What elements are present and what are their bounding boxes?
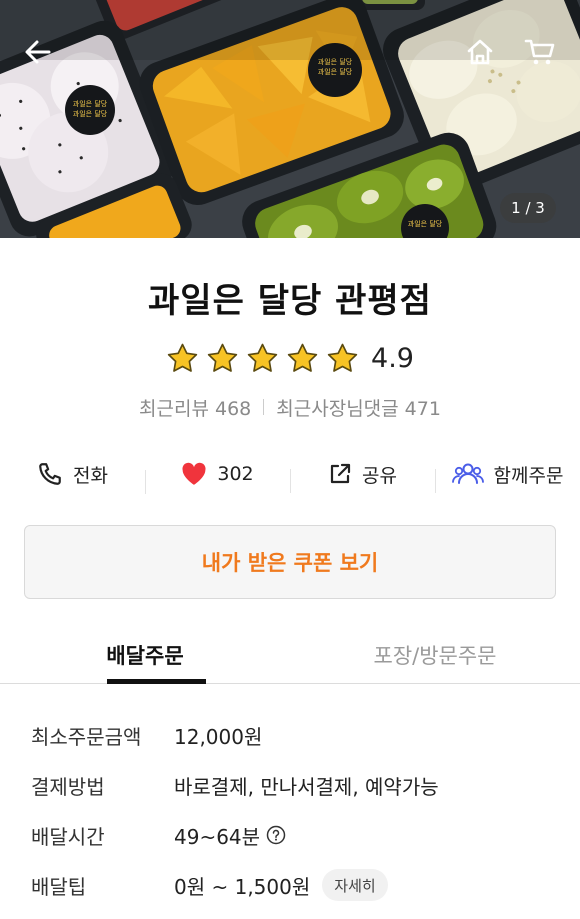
my-coupons-button[interactable]: 내가 받은 쿠폰 보기 (24, 525, 556, 599)
delivery-info: 최소주문금액 12,000원 결제방법 바로결제, 만나서결제, 예약가능 배달… (0, 684, 580, 910)
delivery-time-value: 49~64분 (174, 824, 261, 849)
tab-delivery-order[interactable]: 배달주문 (0, 627, 290, 683)
delivery-tip-value: 0원 ~ 1,500원 (174, 874, 311, 899)
cart-icon (524, 39, 555, 65)
sticker-text: 과일은 달당 (408, 219, 443, 228)
payment-label: 결제방법 (31, 774, 105, 799)
like-button[interactable]: 302 (145, 462, 290, 494)
min-order-value: 12,000원 (174, 724, 263, 749)
call-label: 전화 (73, 464, 108, 487)
store-name: 과일은 달당 관평점 (148, 281, 432, 321)
home-button[interactable] (456, 28, 504, 76)
rating-value: 4.9 (371, 342, 414, 374)
share-label: 공유 (362, 464, 397, 487)
delivery-tip-row: 배달팁 0원 ~ 1,500원 자세히 (31, 860, 580, 910)
delivery-tip-detail-button[interactable]: 자세히 (322, 869, 388, 901)
delivery-time-row: 배달시간 49~64분 (31, 810, 580, 860)
store-actions: 전화 302 공유 함께주문 (0, 454, 580, 494)
like-count: 302 (217, 463, 254, 485)
group-order-label: 함께주문 (493, 464, 564, 487)
sticker-text: 과일은 달당 (73, 99, 108, 108)
store-hero-image: 과일은 달당 과일은 달당 과일은 달당 과일은 달당 과일은 달당 1 / 3 (0, 0, 580, 238)
payment-row: 결제방법 바로결제, 만나서결제, 예약가능 (31, 760, 580, 810)
cart-button[interactable] (516, 28, 564, 76)
min-order-label: 최소주문금액 (31, 724, 142, 749)
min-order-row: 최소주문금액 12,000원 (31, 710, 580, 760)
review-stats: 최근리뷰 468 최근사장님댓글 471 (0, 392, 580, 422)
rating-row: 4.9 (0, 340, 580, 376)
active-tab-indicator (107, 679, 206, 684)
call-button[interactable]: 전화 (0, 461, 145, 488)
star-icon (207, 343, 238, 372)
divider (263, 399, 265, 415)
recent-reviews-link[interactable]: 최근리뷰 468 (139, 394, 251, 421)
share-icon (330, 463, 351, 484)
arrow-left-icon (25, 40, 51, 64)
payment-value: 바로결제, 만나서결제, 예약가능 (174, 774, 439, 799)
star-icon (167, 343, 198, 372)
phone-icon (39, 463, 61, 485)
image-counter-badge: 1 / 3 (500, 193, 556, 223)
help-icon[interactable] (266, 825, 286, 845)
heart-icon (182, 462, 206, 485)
sticker-text: 과일은 달당 (318, 67, 353, 76)
group-order-button[interactable]: 함께주문 (435, 461, 580, 493)
back-button[interactable] (14, 28, 62, 76)
order-type-tabs: 배달주문 포장/방문주문 (0, 627, 580, 684)
delivery-time-label: 배달시간 (31, 824, 105, 849)
owner-replies-link[interactable]: 최근사장님댓글 471 (276, 394, 441, 421)
rating-stars (166, 342, 359, 375)
tab-pickup-order[interactable]: 포장/방문주문 (290, 627, 580, 683)
star-icon (327, 343, 358, 372)
delivery-tip-value-wrap: 0원 ~ 1,500원 자세히 (174, 869, 388, 901)
star-icon (287, 343, 318, 372)
group-icon (451, 463, 484, 484)
delivery-tip-label: 배달팁 (31, 874, 87, 899)
star-icon (247, 343, 278, 372)
share-button[interactable]: 공유 (290, 461, 435, 493)
home-icon (467, 39, 493, 65)
delivery-time-value-wrap: 49~64분 (174, 821, 286, 850)
sticker-text: 과일은 달당 (73, 109, 108, 118)
